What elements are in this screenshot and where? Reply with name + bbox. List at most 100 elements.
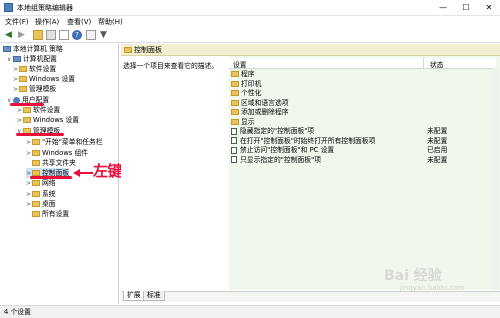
annotation-underline-user-config [10, 103, 44, 106]
folder-icon [231, 118, 239, 125]
settings-list-item[interactable]: 显示 [231, 118, 255, 128]
folder-icon [32, 150, 40, 156]
settings-list-item-name: 只显示指定的"控制面板"项 [240, 155, 322, 164]
tree-start-menu[interactable]: > "开始"菜单和任务栏 [26, 137, 103, 147]
show-tree-icon[interactable] [46, 30, 56, 40]
folder-icon [32, 160, 40, 166]
content-header-title: 控制面板 [124, 45, 162, 55]
settings-list-item[interactable]: 个性化 [231, 89, 261, 99]
forward-icon[interactable]: ▶ [18, 30, 28, 40]
settings-list-item-name: 添加或删除程序 [241, 108, 289, 116]
policy-setting-icon [231, 146, 237, 154]
tree-user-software-settings[interactable]: > 软件设置 [17, 105, 60, 115]
folder-icon [32, 211, 40, 217]
settings-list-pane [229, 56, 500, 290]
content-header [121, 44, 500, 56]
help-icon[interactable]: ? [72, 30, 82, 40]
column-header-setting[interactable]: 设置 [233, 59, 247, 69]
settings-list-item-name: 打印机 [241, 79, 262, 88]
settings-list-item[interactable]: 隐藏指定的"控制面板"项 [231, 127, 314, 137]
policy-setting-icon [231, 127, 237, 135]
settings-list-item[interactable]: 打印机 [231, 80, 261, 90]
column-header-state[interactable]: 状态 [430, 59, 444, 69]
back-icon[interactable]: ◀ [5, 30, 15, 40]
folder-icon [231, 80, 239, 87]
tree-root[interactable]: 本地计算机 策略 [3, 44, 63, 54]
folder-icon [19, 86, 27, 92]
settings-list-item-name: 显示 [241, 117, 255, 126]
window-title: 本地组策略编辑器 [17, 4, 73, 12]
maximize-button[interactable]: ☐ [455, 0, 477, 15]
title-bar [0, 0, 500, 16]
tree-windows-settings[interactable]: > Windows 设置 [13, 74, 75, 84]
folder-icon [23, 107, 31, 113]
folder-icon [231, 109, 239, 115]
list-header [229, 58, 496, 69]
menu-action[interactable]: 操作(A) [35, 17, 59, 27]
status-text: 4 个设置 [4, 308, 31, 316]
tree-all-settings[interactable]: 所有设置 [32, 209, 69, 219]
status-bar [0, 305, 500, 318]
description-pane [121, 56, 228, 290]
folder-icon [19, 76, 27, 82]
menu-view[interactable]: 查看(V) [67, 17, 91, 27]
folder-icon [23, 117, 31, 123]
settings-list-item-state: 已启用 [427, 146, 448, 154]
settings-list-item[interactable]: 只显示指定的"控制面板"项 [231, 156, 321, 166]
menu-help[interactable]: 帮助(H) [98, 17, 123, 27]
folder-icon [32, 139, 40, 145]
tab-extended[interactable]: 扩展 [123, 291, 145, 301]
tab-standard[interactable]: 标准 [143, 291, 165, 301]
settings-list-item-state: 未配置 [427, 155, 448, 164]
annotation-underline-admin-templates [16, 133, 64, 136]
close-button[interactable]: ✕ [478, 0, 500, 15]
tab-strip [121, 291, 500, 302]
column-divider[interactable] [423, 58, 424, 68]
settings-list-item[interactable]: 添加或删除程序 [231, 108, 289, 118]
vertical-scrollbar[interactable] [493, 68, 498, 290]
up-folder-icon[interactable] [33, 30, 43, 40]
settings-list-item-name: 在打开"控制面板"时始终打开所有控制面板项 [240, 136, 376, 145]
folder-icon [19, 66, 27, 72]
tree-shared-folders[interactable]: 共享文件夹 [26, 158, 76, 168]
folder-icon [124, 47, 132, 53]
tree-user-windows-settings[interactable]: > Windows 设置 [17, 115, 79, 125]
settings-list-item-state: 未配置 [427, 136, 448, 145]
description-text: 选择一个项目来查看它的描述。 [123, 62, 219, 70]
tree-network[interactable]: > 网络 [26, 178, 56, 188]
settings-list-item-name: 禁止访问"控制面板"和 PC 设置 [240, 146, 335, 154]
tree-computer-config[interactable]: ∨ 计算机配置 [7, 54, 57, 64]
app-icon [4, 3, 13, 12]
settings-list-item[interactable]: 在打开"控制面板"时始终打开所有控制面板项 [231, 137, 375, 147]
tree-windows-components[interactable]: > Windows 组件 [26, 148, 88, 158]
settings-list-item-state: 未配置 [427, 127, 448, 135]
folder-icon [32, 191, 40, 197]
settings-list-item-name: 个性化 [241, 89, 262, 97]
settings-list-item[interactable]: 禁止访问"控制面板"和 PC 设置 [231, 146, 334, 156]
annotation-arrow-icon [72, 168, 94, 180]
folder-icon [231, 90, 239, 96]
export-list-icon[interactable] [59, 30, 69, 40]
filter-icon[interactable]: ▼ [100, 30, 110, 40]
settings-list-item-name: 区域和语言选项 [241, 98, 289, 107]
settings-list-item-name: 隐藏指定的"控制面板"项 [240, 127, 315, 135]
folder-icon [231, 99, 239, 106]
computer-icon [3, 46, 11, 52]
settings-list-item[interactable]: 区域和语言选项 [231, 99, 289, 109]
watermark-url: jingyan.baidu.com [400, 284, 465, 292]
policy-setting-icon [231, 156, 237, 163]
folder-icon [231, 71, 239, 77]
minimize-button[interactable]: — [432, 0, 454, 15]
computer-icon [13, 56, 21, 62]
watermark: Bai 经验 [384, 268, 442, 284]
policy-setting-icon [231, 137, 237, 144]
tree-software-settings[interactable]: > 软件设置 [13, 64, 56, 74]
tree-admin-templates[interactable]: > 管理模板 [13, 84, 56, 94]
tree-desktop[interactable]: > 桌面 [26, 199, 56, 209]
properties-icon[interactable] [86, 30, 96, 40]
menu-file[interactable]: 文件(F) [5, 17, 29, 27]
settings-list-item[interactable]: 程序 [231, 70, 255, 80]
tree-system[interactable]: > 系统 [26, 189, 56, 199]
settings-list-item-name: 程序 [241, 70, 255, 78]
folder-icon [32, 180, 40, 186]
